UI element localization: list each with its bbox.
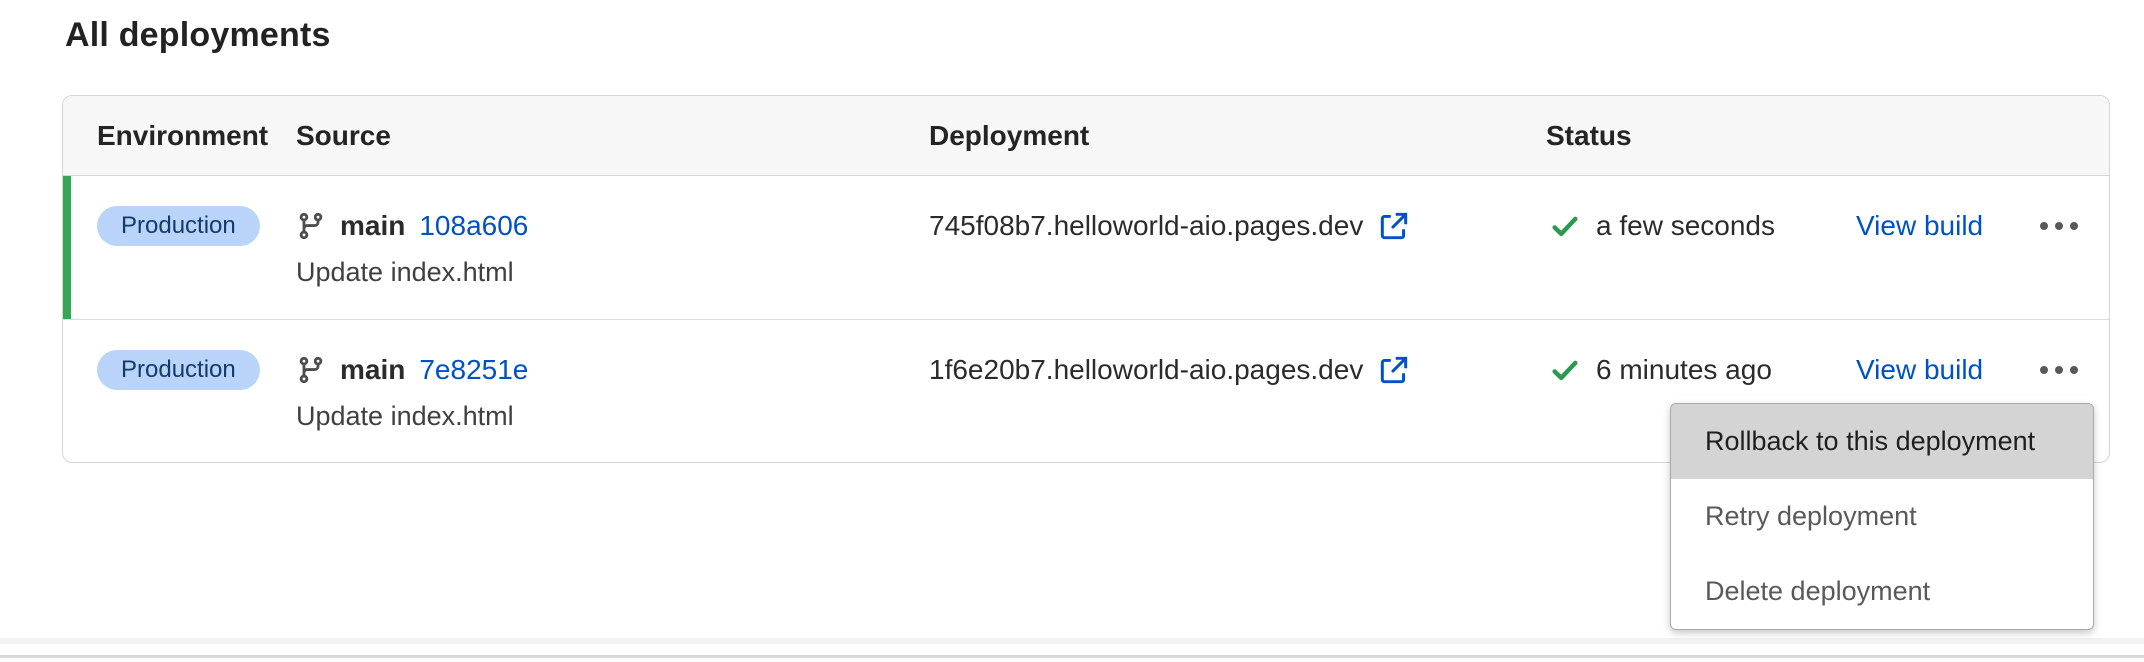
- branch-name: main: [340, 354, 405, 386]
- view-build-link[interactable]: View build: [1856, 354, 1983, 386]
- git-branch-icon: [296, 355, 326, 385]
- header-environment: Environment: [63, 120, 296, 152]
- git-branch-icon: [296, 211, 326, 241]
- header-source: Source: [296, 120, 929, 152]
- page-title: All deployments: [65, 16, 331, 55]
- table-header-row: Environment Source Deployment Status: [63, 96, 2109, 176]
- environment-badge: Production: [97, 350, 260, 390]
- ellipsis-icon: [2040, 366, 2048, 374]
- deployment-url: 1f6e20b7.helloworld-aio.pages.dev: [929, 354, 1363, 386]
- more-actions-button[interactable]: [2029, 350, 2089, 390]
- page-bottom-border: [0, 655, 2144, 658]
- ellipsis-icon: [2040, 222, 2048, 230]
- deployment-row-1: Production main 108a606 Update index.htm…: [63, 176, 2109, 319]
- section-divider: [0, 638, 2144, 644]
- status-time: 6 minutes ago: [1596, 354, 1772, 386]
- menu-item-delete[interactable]: Delete deployment: [1671, 554, 2093, 629]
- commit-link[interactable]: 108a606: [419, 210, 528, 242]
- menu-item-rollback[interactable]: Rollback to this deployment: [1671, 404, 2093, 479]
- deployment-actions-menu: Rollback to this deployment Retry deploy…: [1670, 403, 2094, 630]
- header-status: Status: [1546, 120, 2109, 152]
- menu-item-retry[interactable]: Retry deployment: [1671, 479, 2093, 554]
- commit-message: Update index.html: [296, 398, 929, 434]
- commit-link[interactable]: 7e8251e: [419, 354, 528, 386]
- success-check-icon: [1550, 355, 1580, 385]
- external-link-icon[interactable]: [1377, 209, 1411, 243]
- status-time: a few seconds: [1596, 210, 1775, 242]
- header-deployment: Deployment: [929, 120, 1546, 152]
- branch-name: main: [340, 210, 405, 242]
- view-build-link[interactable]: View build: [1856, 210, 1983, 242]
- external-link-icon[interactable]: [1377, 353, 1411, 387]
- current-deployment-indicator: [63, 176, 71, 319]
- deployment-url: 745f08b7.helloworld-aio.pages.dev: [929, 210, 1363, 242]
- success-check-icon: [1550, 211, 1580, 241]
- more-actions-button[interactable]: [2029, 206, 2089, 246]
- deployments-page: All deployments Environment Source Deplo…: [0, 0, 2144, 662]
- environment-badge: Production: [97, 206, 260, 246]
- commit-message: Update index.html: [296, 254, 929, 290]
